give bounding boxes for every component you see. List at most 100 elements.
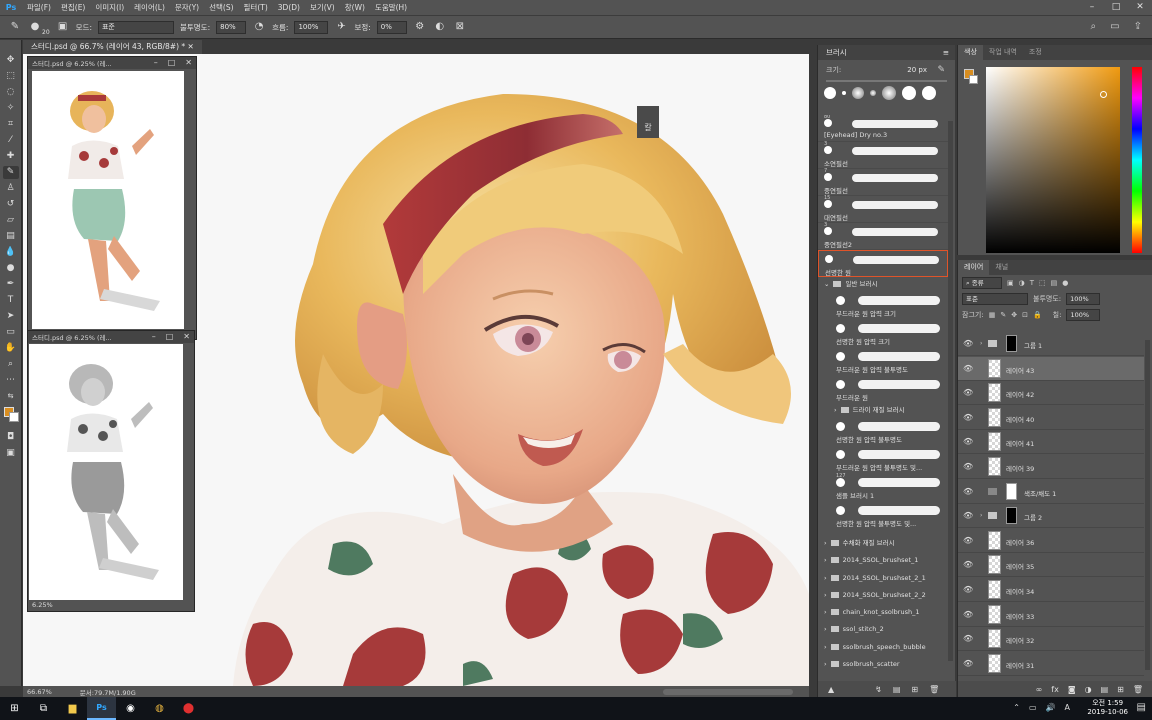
brush-folder[interactable]: › 2014_SSOL_brushset_2_2 bbox=[818, 587, 948, 604]
lock-image-icon[interactable]: ✎ bbox=[1000, 311, 1006, 319]
tab-channels[interactable]: 채널 bbox=[989, 260, 1014, 275]
photoshop-taskbar-icon[interactable]: Ps bbox=[87, 697, 116, 720]
floating-window-titlebar[interactable]: 스터디.psd @ 6.25% (레... – □ ✕ bbox=[28, 57, 196, 69]
fill-field[interactable]: 100% bbox=[1066, 309, 1101, 321]
layer-list-scrollbar[interactable] bbox=[1145, 340, 1150, 670]
menu-item[interactable]: 편집(E) bbox=[56, 0, 90, 15]
volume-icon[interactable]: 🔊 bbox=[1046, 703, 1056, 712]
hue-slider[interactable] bbox=[1132, 67, 1142, 253]
network-icon[interactable]: ▭ bbox=[1029, 703, 1037, 712]
brush-list-scrollbar[interactable] bbox=[948, 121, 953, 661]
layer-thumbnail[interactable] bbox=[988, 580, 1001, 599]
layer-thumbnail[interactable] bbox=[988, 530, 1001, 550]
menu-item[interactable]: 이미지(I) bbox=[90, 0, 129, 15]
healing-tool-icon[interactable]: ✚ bbox=[3, 150, 19, 163]
share-icon[interactable]: ⇪ bbox=[1134, 21, 1142, 32]
menu-item[interactable]: 파일(F) bbox=[22, 0, 56, 15]
document-tab[interactable]: 스터디.psd @ 66.7% (레이어 43, RGB/8#) * ✕ bbox=[23, 40, 202, 54]
new-group-icon[interactable]: ▤ bbox=[1101, 685, 1109, 694]
brush-folder[interactable]: › ssol_stitch_2 bbox=[818, 621, 948, 638]
layer-row[interactable]: 👁 레이어 31 bbox=[958, 652, 1144, 676]
adjustment-layer-icon[interactable]: ◑ bbox=[1085, 685, 1092, 694]
layer-row[interactable]: 👁 레이어 40 bbox=[958, 406, 1144, 430]
brush-preset[interactable]: 선명한 원 압력 불투명도 bbox=[818, 417, 948, 445]
brush-tool-icon[interactable]: ✎ bbox=[8, 20, 22, 34]
menu-item[interactable]: 도움말(H) bbox=[370, 0, 412, 15]
eye-icon[interactable]: 👁 bbox=[963, 388, 973, 397]
floating-document-window-2[interactable]: 스터디.psd @ 6.25% (레... – □ ✕ 6.25% bbox=[27, 330, 195, 612]
screen-mode-icon[interactable]: ▣ bbox=[3, 447, 19, 460]
preset-brush-tip[interactable] bbox=[902, 86, 916, 100]
clock[interactable]: 오전 1:59 2019-10-06 bbox=[1087, 699, 1128, 717]
eye-icon[interactable]: 👁 bbox=[963, 634, 973, 643]
menu-item[interactable]: 문자(Y) bbox=[170, 0, 204, 15]
brush-folder[interactable]: › 2014_SSOL_brushset_2_1 bbox=[818, 570, 948, 587]
chevron-right-icon[interactable]: › bbox=[834, 406, 837, 414]
close-tab-icon[interactable]: ✕ bbox=[188, 42, 194, 51]
preset-brush-tip[interactable] bbox=[870, 90, 876, 96]
layer-row[interactable]: 👁 레이어 34 bbox=[958, 578, 1144, 602]
eye-icon[interactable]: 👁 bbox=[963, 536, 973, 545]
layer-mask-thumbnail[interactable] bbox=[1006, 482, 1017, 500]
brush-preset[interactable]: 선명한 원 압력 불투명도 및... bbox=[818, 501, 948, 529]
lasso-tool-icon[interactable]: ◌ bbox=[3, 86, 19, 99]
menu-item[interactable]: 선택(S) bbox=[204, 0, 238, 15]
more-tools-icon[interactable]: ⋯ bbox=[3, 374, 19, 387]
brush-group-general[interactable]: ⌄ 일반 브러시 bbox=[818, 277, 948, 291]
brush-settings-icon[interactable]: ✎ bbox=[937, 65, 945, 75]
brush-preset[interactable]: 부드러운 원 압력 불투명도 bbox=[818, 347, 948, 375]
layer-thumbnail[interactable] bbox=[988, 383, 1001, 403]
restore-icon[interactable]: □ bbox=[168, 57, 176, 69]
zoom-tool-icon[interactable]: ⌕ bbox=[3, 358, 19, 371]
history-brush-tool-icon[interactable]: ↺ bbox=[3, 198, 19, 211]
background-color-swatch[interactable] bbox=[8, 412, 19, 422]
layer-thumbnail[interactable] bbox=[988, 407, 1001, 427]
brush-preset[interactable]: 선명한 원 bbox=[818, 250, 948, 277]
convert-brush-icon[interactable]: ↯ bbox=[875, 685, 882, 694]
dodge-tool-icon[interactable]: ● bbox=[3, 262, 19, 275]
new-brush-icon[interactable]: ⊞ bbox=[911, 685, 918, 694]
close-icon[interactable]: ✕ bbox=[185, 57, 192, 69]
windows-start-icon[interactable]: ⊞ bbox=[0, 697, 29, 720]
tab-color[interactable]: 색상 bbox=[958, 45, 983, 60]
chevron-right-icon[interactable]: › bbox=[824, 574, 827, 582]
lock-transparent-icon[interactable]: ▦ bbox=[989, 311, 996, 319]
layer-mask-thumbnail[interactable] bbox=[1006, 335, 1017, 352]
layer-row[interactable]: 👁 레이어 36 bbox=[958, 529, 1144, 553]
brush-preset[interactable]: 3 중연필선2 bbox=[818, 222, 948, 250]
menu-item[interactable]: 레이어(L) bbox=[129, 0, 170, 15]
eye-icon[interactable]: 👁 bbox=[963, 413, 973, 422]
link-layers-icon[interactable]: ∞ bbox=[1036, 685, 1043, 694]
brush-folder[interactable]: › 2014_SSOL_brushset_1 bbox=[818, 552, 948, 569]
layer-thumbnail[interactable] bbox=[988, 555, 1001, 575]
brush-preset[interactable]: 부드러운 원 bbox=[818, 375, 948, 403]
layer-row[interactable]: 👁 레이어 42 bbox=[958, 381, 1144, 406]
layer-thumbnail[interactable] bbox=[988, 653, 1001, 673]
shape-tool-icon[interactable]: ▭ bbox=[3, 326, 19, 339]
magic-wand-tool-icon[interactable]: ✧ bbox=[3, 102, 19, 115]
blend-mode-select[interactable]: 표준 bbox=[962, 293, 1028, 305]
chevron-right-icon[interactable]: › bbox=[824, 625, 827, 633]
gear-icon[interactable]: ⚙ bbox=[413, 20, 427, 34]
eye-icon[interactable]: 👁 bbox=[963, 462, 973, 471]
layer-thumbnail[interactable] bbox=[988, 432, 1001, 452]
brush-visibility-icon[interactable]: ▲ bbox=[828, 685, 834, 694]
quick-mask-icon[interactable]: ◘ bbox=[3, 431, 19, 444]
zoom-readout[interactable]: 66.67% bbox=[27, 688, 52, 696]
brush-preset[interactable]: 15 대연필선 bbox=[818, 195, 948, 223]
chrome-icon[interactable]: ◍ bbox=[145, 697, 174, 720]
eye-icon[interactable]: 👁 bbox=[963, 610, 973, 619]
chevron-down-icon[interactable]: ⌄ bbox=[824, 280, 829, 288]
delete-layer-icon[interactable]: 🗑 bbox=[1133, 685, 1143, 694]
color-picker-cursor[interactable] bbox=[1100, 91, 1107, 98]
search-icon[interactable]: ⌕ bbox=[1091, 21, 1097, 32]
symmetry-icon[interactable]: ⊠ bbox=[453, 20, 467, 34]
swap-colors-icon[interactable]: ⇆ bbox=[3, 390, 19, 403]
stamp-tool-icon[interactable]: ♙ bbox=[3, 182, 19, 195]
recorder-icon[interactable]: ⬤ bbox=[174, 697, 203, 720]
airbrush-icon[interactable]: ✈ bbox=[334, 20, 348, 34]
layer-row[interactable]: 👁 레이어 33 bbox=[958, 603, 1144, 627]
preset-brush-tip[interactable] bbox=[852, 87, 864, 99]
tab-adjustments[interactable]: 조정 bbox=[1023, 45, 1048, 60]
layer-thumbnail[interactable] bbox=[988, 629, 1001, 649]
